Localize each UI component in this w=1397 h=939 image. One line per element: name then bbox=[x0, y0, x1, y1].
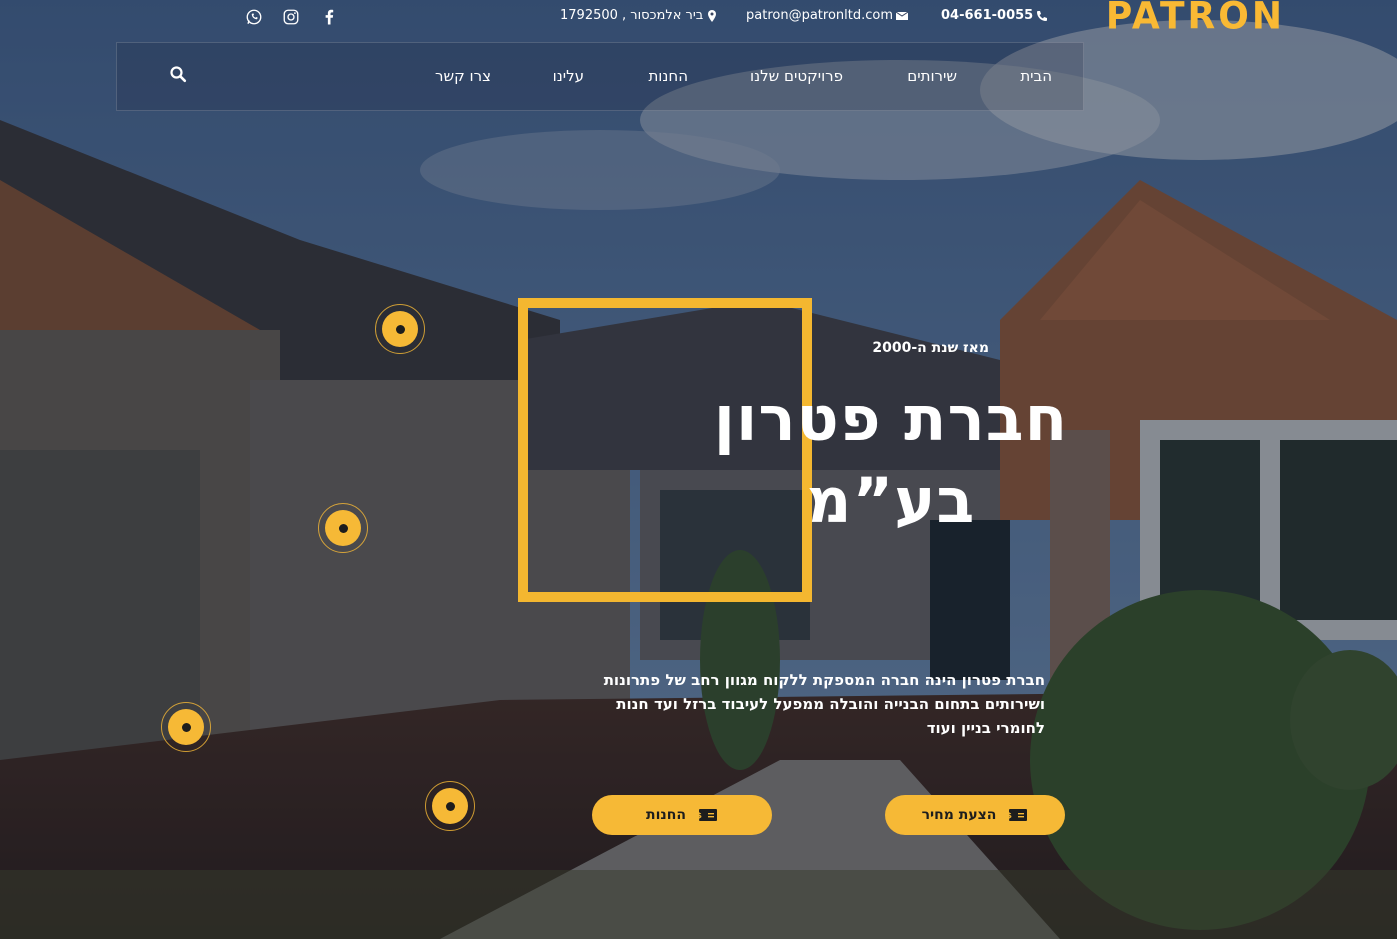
hotspot-marker[interactable] bbox=[161, 702, 211, 752]
main-nav: הבית שירותים פרויקטים שלנו החנות עלינו צ… bbox=[116, 42, 1084, 111]
nav-item-store[interactable]: החנות bbox=[648, 67, 688, 85]
email-text[interactable]: patron@patronltd.com bbox=[746, 8, 893, 23]
patron-logo[interactable]: PATRON bbox=[1106, 0, 1285, 38]
email-item[interactable]: patron@patronltd.com bbox=[746, 8, 908, 23]
phone-text[interactable]: 04-661-0055 bbox=[941, 8, 1033, 23]
phone-icon bbox=[1036, 10, 1048, 22]
nav-item-projects[interactable]: פרויקטים שלנו bbox=[750, 67, 843, 85]
hotspot-marker[interactable] bbox=[318, 503, 368, 553]
nav-item-contact[interactable]: צרו קשר bbox=[435, 67, 491, 85]
quote-button-label: הצעת מחיר bbox=[921, 807, 997, 823]
hero-title-line1: חברת פטרון bbox=[713, 382, 1069, 455]
money-icon: $ bbox=[1008, 808, 1028, 822]
hero-title-line2: בע”מ bbox=[806, 464, 976, 537]
instagram-icon[interactable] bbox=[280, 6, 302, 28]
hotspot-marker[interactable] bbox=[425, 781, 475, 831]
map-pin-icon bbox=[706, 9, 718, 22]
nav-item-home[interactable]: הבית bbox=[1020, 67, 1052, 85]
address-item: ביר אלמכסור , 1792500 bbox=[560, 8, 718, 23]
address-text: ביר אלמכסור , 1792500 bbox=[560, 8, 704, 23]
hero-description: חברת פטרון הינה חברה המספקת ללקוח מגוון … bbox=[603, 671, 1045, 737]
whatsapp-icon[interactable] bbox=[243, 6, 265, 28]
hero-title: חברת פטרון בע”מ bbox=[681, 378, 1101, 542]
search-icon[interactable] bbox=[169, 65, 187, 83]
top-bar: ביר אלמכסור , 1792500 patron@patronltd.c… bbox=[0, 0, 1397, 40]
store-button-label: החנות bbox=[646, 807, 686, 823]
quote-button[interactable]: $ הצעת מחיר bbox=[885, 795, 1065, 835]
facebook-icon[interactable] bbox=[318, 6, 340, 28]
svg-text:$: $ bbox=[698, 811, 702, 820]
money-icon: $ bbox=[698, 808, 718, 822]
nav-item-services[interactable]: שירותים bbox=[907, 67, 957, 85]
hero-eyebrow: מאז שנת ה-2000 bbox=[872, 340, 989, 356]
svg-text:$: $ bbox=[1008, 811, 1012, 820]
nav-item-about[interactable]: עלינו bbox=[553, 67, 584, 85]
store-button[interactable]: $ החנות bbox=[592, 795, 772, 835]
phone-item[interactable]: 04-661-0055 bbox=[941, 8, 1048, 23]
hotspot-marker[interactable] bbox=[375, 304, 425, 354]
envelope-icon bbox=[896, 10, 908, 22]
